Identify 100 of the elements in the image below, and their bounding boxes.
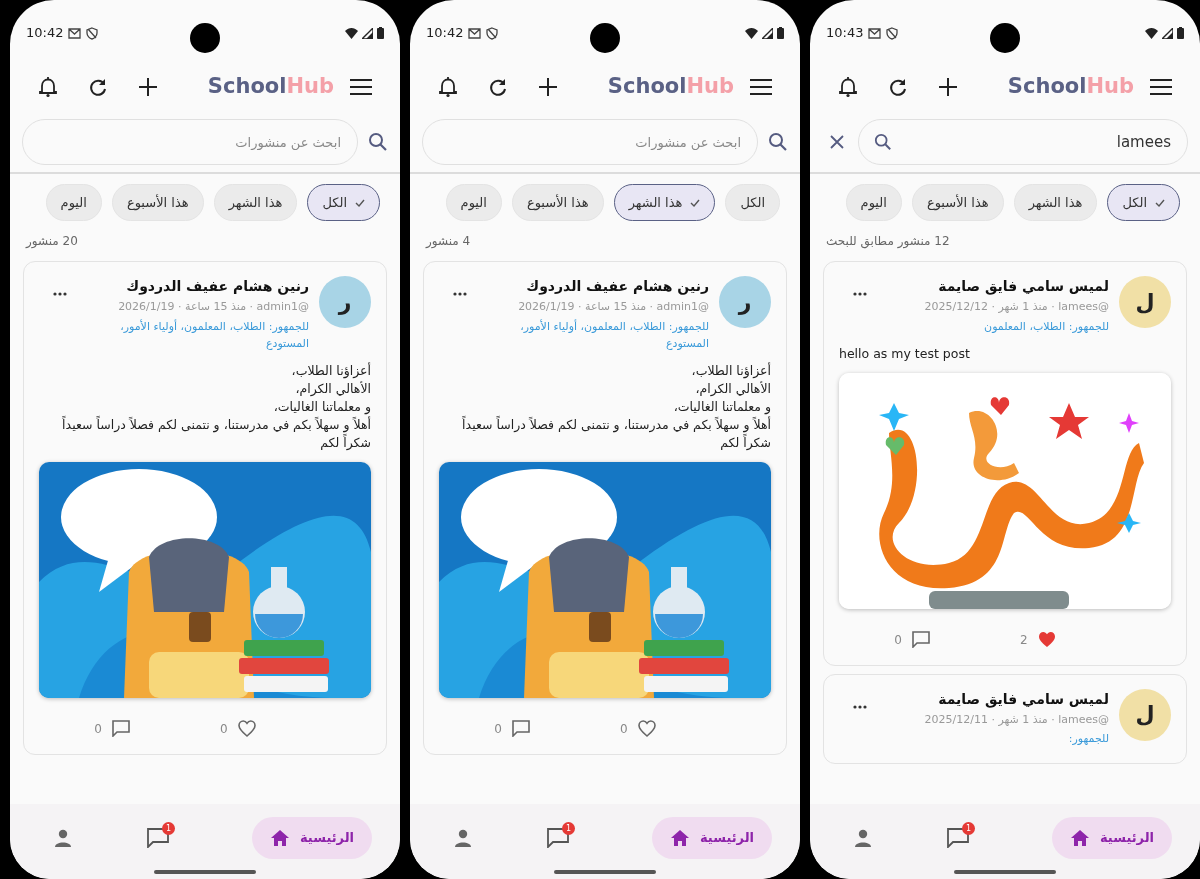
comment-icon[interactable]	[912, 631, 930, 648]
home-icon	[269, 829, 290, 847]
heart-icon[interactable]	[637, 720, 656, 737]
menu-icon[interactable]	[1150, 79, 1172, 95]
like-count: 0	[220, 720, 228, 738]
notifications-icon[interactable]	[438, 76, 458, 98]
home-tab[interactable]: الرئيسية	[251, 817, 372, 859]
post-meta: @lamees · منذ 1 شهر · 2025/12/12	[924, 299, 1109, 315]
refresh-icon[interactable]	[88, 77, 108, 97]
filter-chip[interactable]: هذا الشهر	[213, 184, 298, 221]
search-field[interactable]: ابحث عن منشورات	[422, 119, 758, 165]
filter-chip[interactable]: الكل	[1107, 184, 1180, 221]
like-count: 2	[1020, 631, 1028, 649]
post-body: أعزاؤنا الطلاب، الأهالي الكرام، و معلماتنا الغاليات، أهلاً و سهلاً بكم في مدرستنا، و نتمنى لكم فصلاً دراساً سعيداً شكراً لكم	[61, 361, 371, 452]
notifications-icon[interactable]	[838, 76, 858, 98]
post-meta: @admin1 · منذ 15 ساعة · 2026/1/19	[118, 299, 309, 315]
home-tab[interactable]: الرئيسية	[1051, 817, 1172, 859]
mail-icon	[868, 27, 882, 39]
avatar: ر	[319, 276, 371, 328]
status-time: 10:42	[26, 24, 64, 43]
comment-count: 0	[894, 631, 902, 649]
chat-tab[interactable]: 1	[547, 817, 577, 859]
avatar: ر	[719, 276, 771, 328]
author-name: رنين هشام عفيف الدردوك	[526, 277, 709, 297]
mail-icon	[468, 27, 482, 39]
search-icon[interactable]	[368, 132, 388, 152]
heart-icon[interactable]	[1037, 631, 1056, 648]
comment-icon[interactable]	[112, 720, 130, 737]
chat-tab[interactable]: 1	[147, 817, 177, 859]
refresh-icon[interactable]	[888, 77, 908, 97]
comment-icon[interactable]	[512, 720, 530, 737]
filter-chip[interactable]: اليوم	[445, 184, 502, 221]
search-field[interactable]: lamees	[858, 119, 1188, 165]
more-icon[interactable]	[853, 292, 867, 296]
person-icon	[854, 829, 872, 847]
person-icon	[54, 829, 72, 847]
search-icon	[874, 133, 892, 151]
add-icon[interactable]	[138, 77, 158, 97]
chat-icon	[947, 828, 969, 848]
logo-accent-text: Hub	[686, 73, 734, 101]
close-icon[interactable]	[830, 135, 844, 149]
audience-text: للجمهور: الطلاب، المعلمون، أولياء الأمور، المستودع	[519, 318, 709, 352]
post-meta: @admin1 · منذ 15 ساعة · 2026/1/19	[518, 299, 709, 315]
home-icon	[669, 829, 690, 847]
status-time: 10:42	[426, 24, 464, 43]
battery-icon	[777, 27, 784, 39]
post-count: 20 منشور	[24, 233, 79, 250]
notification-badge: 1	[962, 822, 975, 835]
person-icon	[454, 829, 472, 847]
wifi-icon	[345, 27, 358, 39]
comment-count: 0	[494, 720, 502, 738]
home-tab[interactable]: الرئيسية	[651, 817, 772, 859]
more-icon[interactable]	[53, 292, 67, 296]
chat-tab[interactable]: 1	[947, 817, 977, 859]
home-icon	[1069, 829, 1090, 847]
camera-hole-icon	[990, 23, 1020, 53]
filter-chip[interactable]: الكل	[725, 184, 780, 221]
post-count: 4 منشور	[424, 233, 472, 250]
post-count: 12 منشور مطابق للبحث	[825, 233, 951, 251]
search-icon[interactable]	[768, 132, 788, 152]
avatar: ل	[1119, 276, 1171, 328]
battery-icon	[377, 27, 384, 39]
wifi-icon	[1145, 27, 1158, 39]
shield-icon	[486, 26, 499, 40]
camera-hole-icon	[590, 23, 620, 53]
refresh-icon[interactable]	[488, 77, 508, 97]
logo-text: School	[207, 73, 287, 101]
filter-chip[interactable]: هذا الأسبوع	[111, 184, 204, 221]
shield-icon	[886, 26, 899, 40]
audience-text: للجمهور:	[1068, 731, 1109, 747]
logo-text: School	[607, 73, 687, 101]
chat-icon	[147, 828, 169, 848]
status-time: 10:43	[826, 24, 864, 43]
notifications-icon[interactable]	[38, 76, 58, 98]
add-icon[interactable]	[938, 77, 958, 97]
logo-accent-text: Hub	[1086, 73, 1134, 101]
filter-chip[interactable]: الكل	[307, 184, 380, 221]
notification-badge: 1	[562, 822, 575, 835]
post-meta: @lamees · منذ 1 شهر · 2025/12/11	[924, 711, 1109, 728]
mail-icon	[68, 27, 82, 39]
signal-icon	[1162, 27, 1173, 39]
shield-icon	[86, 26, 99, 40]
filter-chip[interactable]: هذا الشهر	[1013, 184, 1098, 221]
battery-icon	[1177, 27, 1184, 39]
menu-icon[interactable]	[750, 79, 772, 95]
logo-text: School	[1007, 73, 1087, 101]
comment-count: 0	[94, 720, 102, 738]
menu-icon[interactable]	[350, 79, 372, 95]
author-name: لميس سامي فايق صايمة	[938, 277, 1109, 297]
heart-icon[interactable]	[237, 720, 256, 737]
filter-chip[interactable]: هذا الأسبوع	[511, 184, 604, 221]
filter-chip[interactable]: اليوم	[45, 184, 102, 221]
audience-text: للجمهور: الطلاب، المعلمون	[984, 318, 1109, 335]
filter-chip[interactable]: اليوم	[845, 184, 902, 221]
more-icon[interactable]	[453, 292, 467, 296]
filter-chip[interactable]: هذا الأسبوع	[911, 184, 1004, 221]
filter-chip[interactable]: هذا الشهر	[613, 184, 716, 221]
add-icon[interactable]	[538, 77, 558, 97]
search-field[interactable]: ابحث عن منشورات	[22, 119, 358, 165]
more-icon[interactable]	[853, 704, 867, 709]
